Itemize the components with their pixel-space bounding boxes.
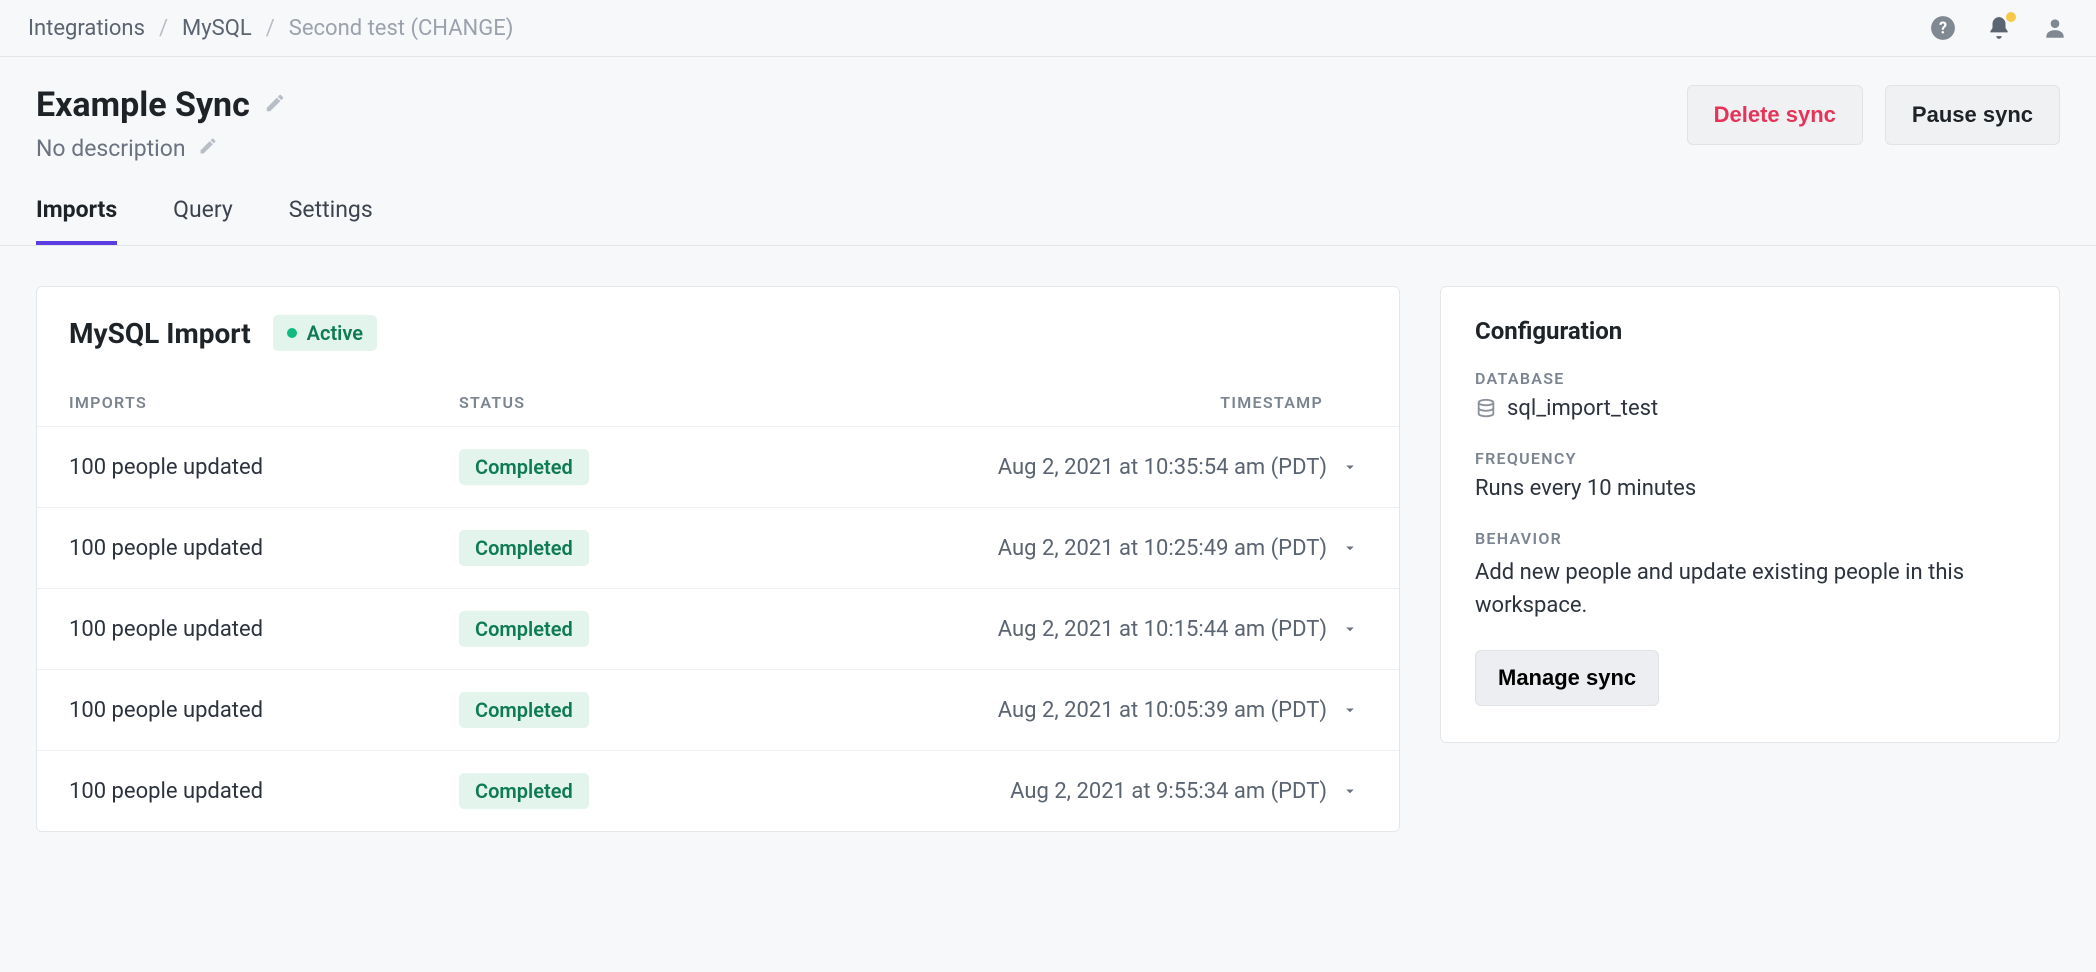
chevron-down-icon[interactable]	[1341, 701, 1359, 719]
breadcrumb-separator: /	[266, 16, 275, 41]
status-cell: Completed	[459, 692, 799, 728]
chevron-down-icon[interactable]	[1341, 458, 1359, 476]
status-dot-icon	[287, 328, 297, 338]
notifications-icon[interactable]	[1986, 14, 2012, 42]
imports-card-title: MySQL Import	[69, 317, 251, 350]
imports-cell: 100 people updated	[69, 779, 459, 804]
page-description: No description	[36, 135, 186, 162]
table-row[interactable]: 100 people updatedCompleted Aug 2, 2021 a…	[37, 507, 1399, 588]
status-cell: Completed	[459, 773, 799, 809]
breadcrumb: Integrations / MySQL / Second test (CHAN…	[28, 16, 513, 41]
tab-imports[interactable]: Imports	[36, 196, 117, 245]
timestamp-cell: Aug 2, 2021 at 9:55:34 am (PDT)	[799, 779, 1367, 804]
notification-dot	[2006, 12, 2016, 22]
configuration-title: Configuration	[1475, 317, 2025, 345]
config-database-value: sql_import_test	[1475, 396, 2025, 421]
breadcrumb-mysql[interactable]: MySQL	[182, 16, 252, 41]
help-icon[interactable]: ?	[1930, 15, 1956, 41]
config-frequency-label: Frequency	[1475, 449, 2025, 468]
status-cell: Completed	[459, 530, 799, 566]
col-header-status: Status	[459, 393, 799, 412]
database-icon	[1475, 398, 1497, 420]
imports-cell: 100 people updated	[69, 698, 459, 723]
top-icons: ?	[1930, 14, 2068, 42]
status-cell: Completed	[459, 611, 799, 647]
content: MySQL Import Active Imports Status Times…	[0, 246, 2096, 832]
table-row[interactable]: 100 people updatedCompleted Aug 2, 2021 a…	[37, 750, 1399, 831]
user-avatar-icon[interactable]	[2042, 15, 2068, 41]
config-database-label: Database	[1475, 369, 2025, 388]
status-badge-completed: Completed	[459, 449, 589, 485]
page-header: Example Sync No description Delete sync …	[0, 57, 2096, 162]
status-badge-completed: Completed	[459, 530, 589, 566]
table-row[interactable]: 100 people updatedCompleted Aug 2, 2021 a…	[37, 669, 1399, 750]
status-chip-active: Active	[273, 315, 377, 351]
manage-sync-button[interactable]: Manage sync	[1475, 650, 1659, 706]
imports-card: MySQL Import Active Imports Status Times…	[36, 286, 1400, 832]
page-title: Example Sync	[36, 85, 250, 125]
col-header-timestamp: Timestamp	[799, 393, 1367, 412]
config-database-text: sql_import_test	[1507, 396, 1658, 421]
timestamp-cell: Aug 2, 2021 at 10:25:49 am (PDT)	[799, 536, 1367, 561]
pause-sync-button[interactable]: Pause sync	[1885, 85, 2060, 145]
chevron-down-icon[interactable]	[1341, 782, 1359, 800]
edit-title-icon[interactable]	[264, 92, 286, 119]
timestamp-cell: Aug 2, 2021 at 10:15:44 am (PDT)	[799, 617, 1367, 642]
title-block: Example Sync No description	[36, 85, 286, 162]
tab-bar: Imports Query Settings	[0, 162, 2096, 246]
config-frequency-value: Runs every 10 minutes	[1475, 476, 2025, 501]
config-behavior-label: Behavior	[1475, 529, 2025, 548]
status-chip-label: Active	[307, 321, 363, 345]
table-row[interactable]: 100 people updatedCompleted Aug 2, 2021 a…	[37, 426, 1399, 507]
table-body: 100 people updatedCompletedAug 2, 2021 a…	[37, 426, 1399, 831]
tab-query[interactable]: Query	[173, 196, 233, 245]
imports-cell: 100 people updated	[69, 617, 459, 642]
tab-settings[interactable]: Settings	[289, 196, 373, 245]
status-badge-completed: Completed	[459, 773, 589, 809]
edit-description-icon[interactable]	[198, 135, 218, 162]
timestamp-cell: Aug 2, 2021 at 10:05:39 am (PDT)	[799, 698, 1367, 723]
chevron-down-icon[interactable]	[1341, 620, 1359, 638]
svg-text:?: ?	[1939, 18, 1947, 37]
imports-cell: 100 people updated	[69, 455, 459, 480]
status-cell: Completed	[459, 449, 799, 485]
configuration-card: Configuration Database sql_import_test F…	[1440, 286, 2060, 743]
col-header-imports: Imports	[69, 393, 459, 412]
breadcrumb-separator: /	[159, 16, 168, 41]
table-header: Imports Status Timestamp	[37, 359, 1399, 426]
delete-sync-button[interactable]: Delete sync	[1687, 85, 1863, 145]
timestamp-cell: Aug 2, 2021 at 10:35:54 am (PDT)	[799, 455, 1367, 480]
breadcrumb-integrations[interactable]: Integrations	[28, 16, 145, 41]
config-behavior-value: Add new people and update existing peopl…	[1475, 556, 2025, 622]
chevron-down-icon[interactable]	[1341, 539, 1359, 557]
imports-cell: 100 people updated	[69, 536, 459, 561]
status-badge-completed: Completed	[459, 611, 589, 647]
table-row[interactable]: 100 people updatedCompleted Aug 2, 2021 a…	[37, 588, 1399, 669]
breadcrumb-current: Second test (CHANGE)	[289, 16, 514, 41]
top-bar: Integrations / MySQL / Second test (CHAN…	[0, 0, 2096, 57]
header-actions: Delete sync Pause sync	[1687, 85, 2060, 145]
status-badge-completed: Completed	[459, 692, 589, 728]
